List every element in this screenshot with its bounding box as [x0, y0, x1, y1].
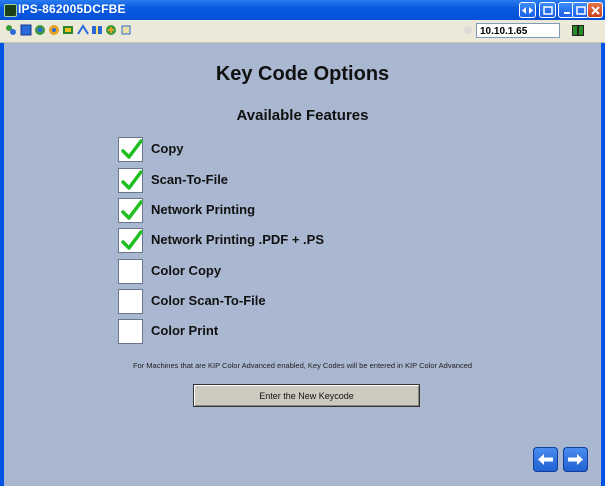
help-icon[interactable]: [120, 24, 132, 36]
globe-icon[interactable]: [34, 24, 46, 36]
enter-keycode-button[interactable]: Enter the New Keycode: [193, 384, 420, 407]
feature-checkbox[interactable]: [118, 198, 143, 223]
feature-label: Scan-To-File: [151, 172, 229, 187]
book-icon[interactable]: [91, 24, 103, 36]
feature-checkbox[interactable]: [118, 319, 143, 344]
toolbar: 10.10.1.65: [0, 20, 605, 43]
close-button[interactable]: [587, 2, 603, 18]
window-icon[interactable]: [20, 24, 32, 36]
title-bar[interactable]: IPS-862005DCFBE: [0, 0, 605, 20]
feature-checkbox[interactable]: [118, 137, 143, 162]
feature-label: Network Printing: [151, 202, 256, 217]
app-icon: [4, 4, 17, 17]
status-indicator: [572, 25, 584, 36]
window-title: IPS-862005DCFBE: [18, 2, 126, 16]
back-button[interactable]: [533, 447, 558, 472]
arrows-icon[interactable]: [519, 2, 536, 18]
feature-checkbox[interactable]: [118, 259, 143, 284]
checkmark-icon: [121, 139, 143, 159]
settings-icon[interactable]: [62, 24, 74, 36]
feature-checkbox[interactable]: [118, 168, 143, 193]
text-icon[interactable]: [77, 24, 89, 36]
forward-button[interactable]: [563, 447, 588, 472]
restore-icon[interactable]: [539, 2, 556, 18]
feature-checkbox[interactable]: [118, 228, 143, 253]
feature-label: Color Print: [151, 323, 219, 338]
page-title: Key Code Options: [215, 63, 390, 85]
arrow-left-icon: [538, 454, 553, 465]
feature-label: Color Scan-To-File: [151, 293, 266, 308]
connection-dot: [464, 26, 472, 34]
feature-label: Color Copy: [151, 263, 222, 278]
arrow-right-icon: [568, 454, 583, 465]
refresh-icon[interactable]: [48, 24, 60, 36]
network-icon[interactable]: [105, 24, 117, 36]
checkmark-icon: [121, 170, 143, 190]
ip-address-field[interactable]: 10.10.1.65: [476, 23, 560, 38]
main-content: Key Code Options Available Features Copy…: [4, 43, 601, 486]
feature-checkbox[interactable]: [118, 289, 143, 314]
feature-label: Network Printing .PDF + .PS: [151, 232, 324, 247]
section-title: Available Features: [236, 107, 369, 124]
tools-icon[interactable]: [5, 24, 17, 36]
color-advanced-note: For Machines that are KIP Color Advanced…: [132, 361, 473, 370]
checkmark-icon: [121, 200, 143, 220]
app-window: IPS-862005DCFBE 10.10.1.65 Key Code Opti…: [0, 0, 605, 486]
checkmark-icon: [121, 230, 143, 250]
feature-label: Copy: [151, 141, 184, 156]
